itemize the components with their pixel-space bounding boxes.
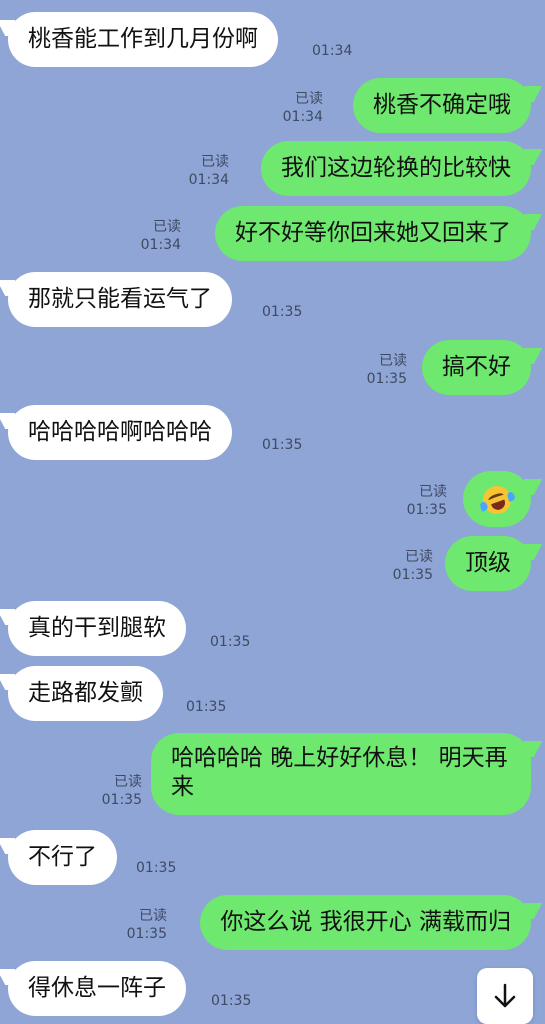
outgoing-message-bubble[interactable]: 顶级 <box>445 536 531 591</box>
message-text: 桃香不确定哦 <box>373 92 511 118</box>
message-text: 好不好等你回来她又回来了 <box>235 220 511 246</box>
message-text: 得休息一阵子 <box>28 975 166 1001</box>
message-read-status: 已读 01:34 <box>188 154 229 188</box>
message-read-status: 已读 01:34 <box>140 219 181 253</box>
message-text: 真的干到腿软 <box>28 615 166 641</box>
message-text: 你这么说 我很开心 满载而归 <box>220 909 511 935</box>
message-read-status: 已读 01:35 <box>126 908 167 942</box>
message-text: 哈哈哈哈啊哈哈哈 <box>28 419 212 445</box>
outgoing-message-bubble[interactable]: 好不好等你回来她又回来了 <box>215 206 531 261</box>
message-text: 搞不好 <box>442 354 511 380</box>
scroll-to-bottom-button[interactable] <box>477 968 533 1024</box>
incoming-message-bubble[interactable]: 不行了 <box>8 830 117 885</box>
message-text: 那就只能看运气了 <box>28 286 212 312</box>
message-time: 01:35 <box>136 860 177 876</box>
incoming-message-bubble[interactable]: 走路都发颤 <box>8 666 163 721</box>
message-time: 01:34 <box>312 43 353 59</box>
message-text: 不行了 <box>28 844 97 870</box>
message-time: 01:35 <box>262 437 303 453</box>
message-time: 01:35 <box>186 699 227 715</box>
outgoing-message-bubble[interactable] <box>463 471 531 527</box>
outgoing-message-bubble[interactable]: 我们这边轮换的比较快 <box>261 141 531 196</box>
incoming-message-bubble[interactable]: 真的干到腿软 <box>8 601 186 656</box>
message-text: 走路都发颤 <box>28 680 143 706</box>
message-read-status: 已读 01:35 <box>101 774 142 808</box>
message-read-status: 已读 01:35 <box>406 484 447 518</box>
message-time: 01:35 <box>211 993 252 1009</box>
message-text: 顶级 <box>465 550 511 576</box>
chat-thread: 桃香能工作到几月份啊 01:34 已读 01:34 桃香不确定哦 已读 01:3… <box>0 0 545 1024</box>
message-read-status: 已读 01:35 <box>366 353 407 387</box>
outgoing-message-bubble[interactable]: 搞不好 <box>422 340 531 395</box>
arrow-down-icon <box>494 983 516 1008</box>
message-read-status: 已读 01:35 <box>392 549 433 583</box>
message-time: 01:35 <box>210 634 251 650</box>
message-read-status: 已读 01:34 <box>282 91 323 125</box>
message-text: 我们这边轮换的比较快 <box>281 155 511 181</box>
message-text: 桃香能工作到几月份啊 <box>28 26 258 52</box>
rolling-on-floor-laughing-emoji-icon <box>479 481 516 518</box>
incoming-message-bubble[interactable]: 那就只能看运气了 <box>8 272 232 327</box>
incoming-message-bubble[interactable]: 得休息一阵子 <box>8 961 186 1016</box>
outgoing-message-bubble[interactable]: 桃香不确定哦 <box>353 78 531 133</box>
incoming-message-bubble[interactable]: 哈哈哈哈啊哈哈哈 <box>8 405 232 460</box>
outgoing-message-bubble[interactable]: 你这么说 我很开心 满载而归 <box>200 895 531 950</box>
outgoing-message-bubble[interactable]: 哈哈哈哈 晚上好好休息！ 明天再来 <box>151 733 531 815</box>
incoming-message-bubble[interactable]: 桃香能工作到几月份啊 <box>8 12 278 67</box>
message-time: 01:35 <box>262 304 303 320</box>
message-text: 哈哈哈哈 晚上好好休息！ 明天再来 <box>171 745 508 800</box>
